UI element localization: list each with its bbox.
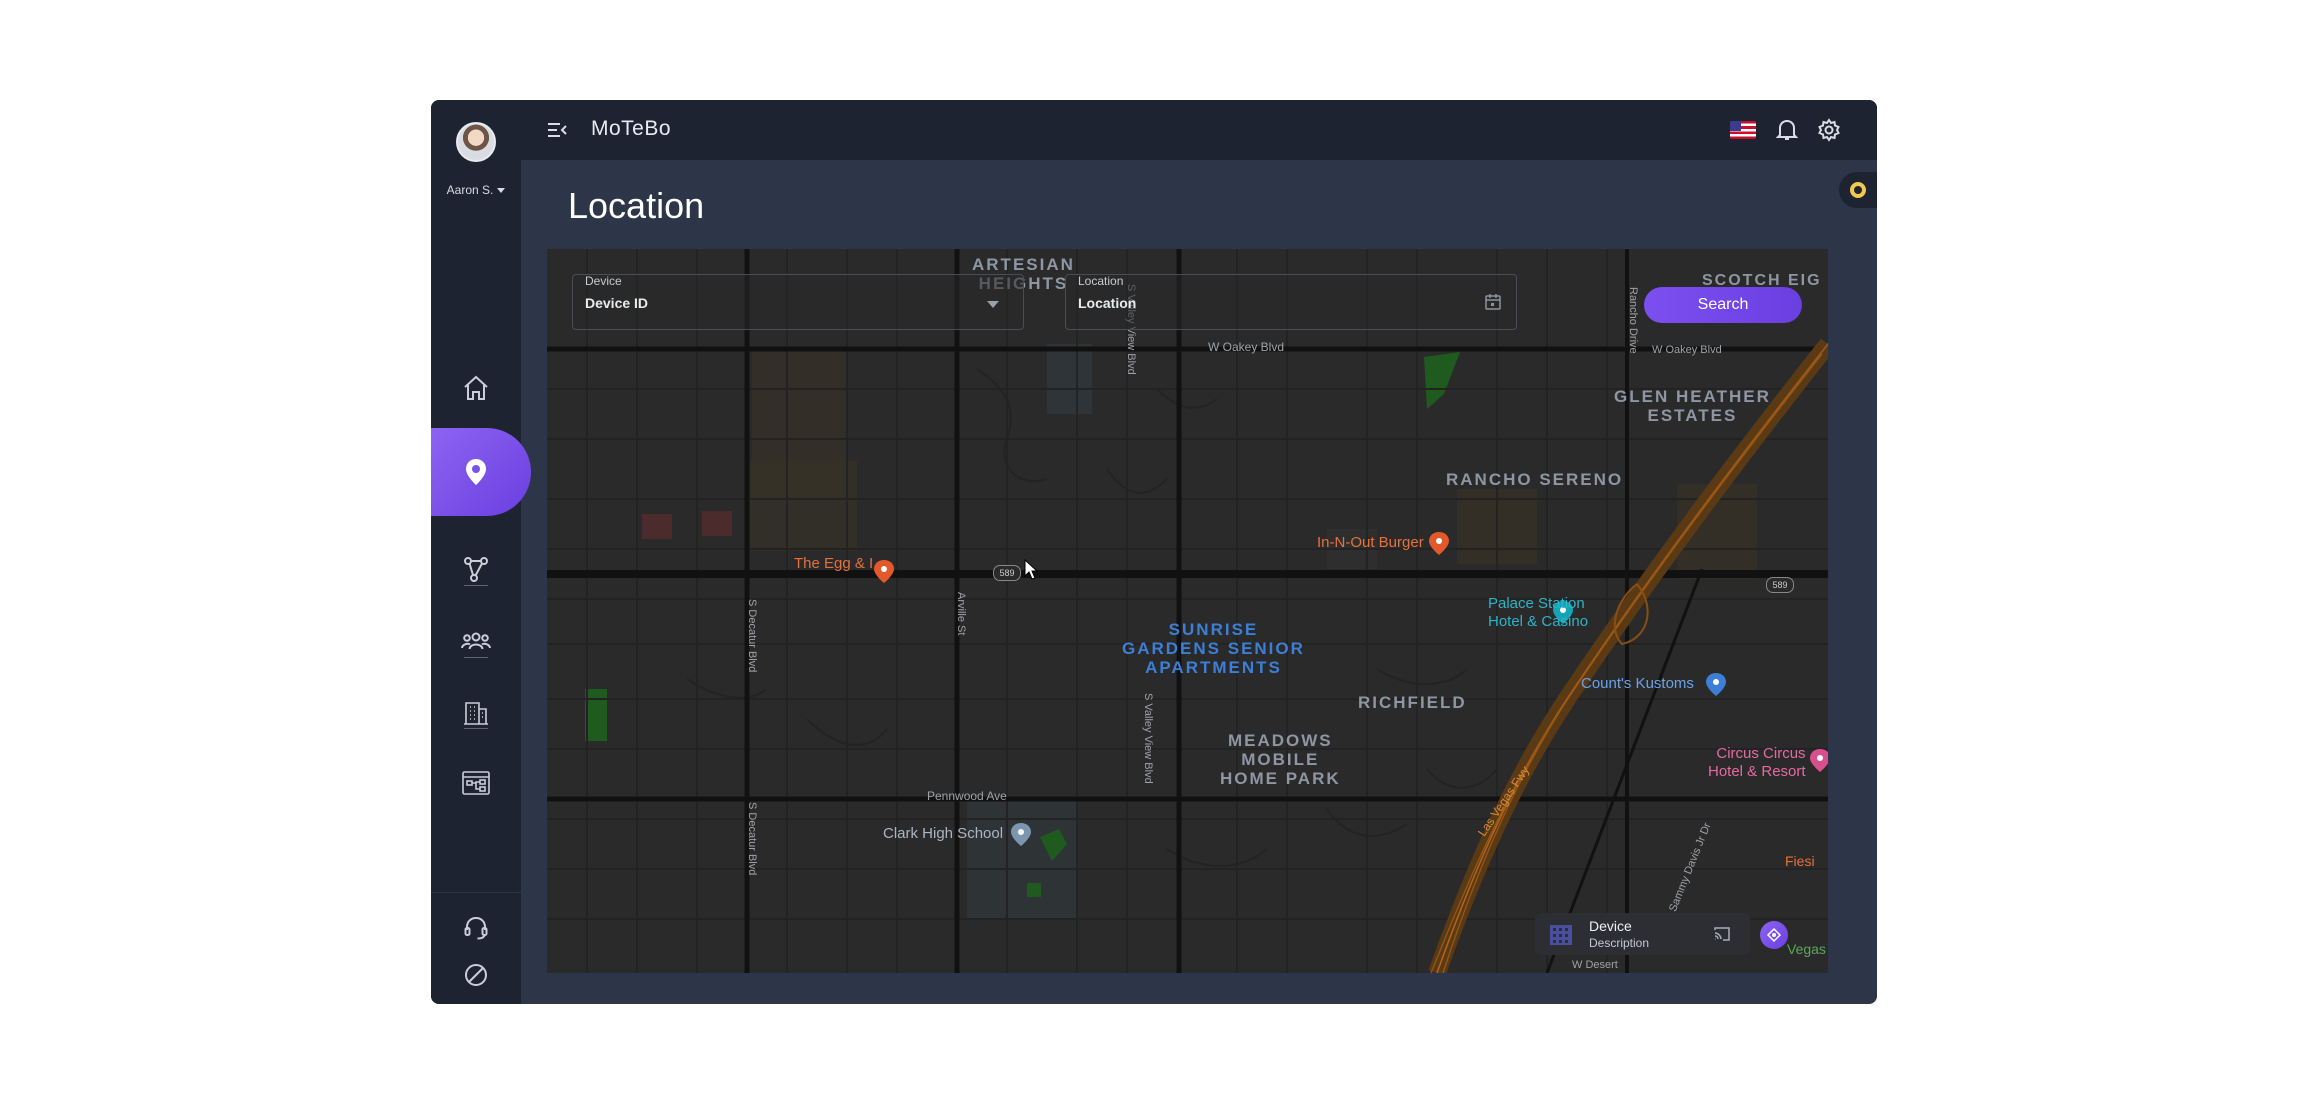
- poi-vegas[interactable]: Vegas: [1787, 941, 1826, 957]
- sidebar-item-location[interactable]: [431, 428, 531, 516]
- map-canvas: [547, 249, 1828, 973]
- users-group-icon: [461, 632, 491, 650]
- crosshair-icon: [1766, 927, 1782, 943]
- street-label: W Oakey Blvd: [1652, 344, 1722, 356]
- cast-icon[interactable]: [1713, 925, 1731, 943]
- map-view[interactable]: ARTESIANHEIGHTS SCOTCH EIG GLEN HEATHERE…: [547, 249, 1828, 973]
- menu-collapse-icon[interactable]: [547, 120, 567, 140]
- device-card[interactable]: Device Description: [1535, 913, 1750, 955]
- sidebar-divider: [464, 585, 488, 586]
- street-label: W Desert: [1572, 959, 1618, 971]
- street-label: S Valley View Blvd: [1142, 693, 1154, 784]
- poi-clark-high-school[interactable]: Clark High School: [883, 825, 1003, 842]
- workflow-icon: [462, 771, 490, 795]
- my-location-button[interactable]: [1760, 921, 1788, 949]
- map-label-rancho-sereno: RANCHO SERENO: [1446, 470, 1624, 489]
- street-label: Rancho Drive: [1627, 287, 1639, 354]
- building-icon: [464, 702, 488, 725]
- map-label-glen-heather: GLEN HEATHER ESTATES: [1614, 387, 1771, 425]
- street-label: S Decatur Blvd: [746, 802, 758, 876]
- sidebar-item-support[interactable]: [431, 908, 521, 948]
- poi-counts-kustoms[interactable]: Count's Kustoms: [1581, 675, 1694, 692]
- block-icon: [465, 964, 487, 986]
- ring-icon: [1850, 182, 1866, 198]
- poi-circus-circus[interactable]: Circus Circus Hotel & Resort: [1708, 745, 1806, 781]
- location-input[interactable]: Location Location: [1065, 274, 1517, 330]
- sidebar-divider: [464, 657, 488, 658]
- map-label-meadows: MEADOWS MOBILE HOME PARK: [1220, 731, 1341, 788]
- street-label: W Oakey Blvd: [1208, 340, 1285, 354]
- route-shield: 589: [1766, 577, 1794, 593]
- app-window: Aaron S. MoTeBo Location ARTESIAN SCOTCH…: [431, 100, 1877, 1004]
- user-name: Aaron S.: [446, 183, 494, 197]
- top-bar: MoTeBo: [521, 100, 1877, 160]
- building-grid-icon: [1550, 925, 1572, 945]
- map-label-richfield: RICHFIELD: [1358, 693, 1467, 712]
- street-label: Arville St: [955, 592, 967, 636]
- sidebar-separator: [431, 892, 521, 893]
- location-input-label: Location: [1078, 274, 1124, 288]
- bell-icon[interactable]: [1776, 118, 1798, 142]
- gear-icon[interactable]: [1817, 118, 1841, 142]
- device-select[interactable]: Device Device ID: [572, 274, 1024, 330]
- sidebar-item-block[interactable]: [431, 955, 521, 995]
- calendar-icon[interactable]: [1484, 293, 1502, 311]
- poi-fiesta[interactable]: Fiesi: [1785, 853, 1815, 869]
- route-shield: 589: [993, 565, 1021, 581]
- poi-egg[interactable]: The Egg & I: [794, 555, 873, 572]
- street-label: Pennwood Ave: [927, 789, 1007, 803]
- mouse-cursor-icon: [1024, 559, 1039, 580]
- street-label: S Decatur Blvd: [746, 599, 758, 673]
- sidebar-item-buildings[interactable]: [431, 692, 521, 732]
- location-input-value: Location: [1078, 295, 1137, 311]
- device-select-label: Device: [585, 274, 622, 288]
- poi-palace-station[interactable]: Palace Station Hotel & Casino: [1488, 595, 1588, 631]
- share-nodes-icon: [464, 557, 488, 582]
- page-title: Location: [568, 185, 705, 226]
- device-select-value: Device ID: [585, 295, 649, 311]
- avatar[interactable]: [456, 122, 496, 162]
- headset-icon: [464, 916, 488, 940]
- sidebar-item-home[interactable]: [431, 368, 521, 408]
- brand-logo: MoTeBo: [591, 117, 672, 140]
- sidebar-divider: [464, 728, 488, 729]
- sidebar-item-routes[interactable]: [431, 549, 521, 589]
- sidebar-item-users[interactable]: [431, 621, 521, 661]
- dropdown-arrow-icon: [987, 301, 999, 308]
- status-ring-button[interactable]: [1839, 172, 1877, 208]
- sidebar-item-workflow[interactable]: [431, 763, 521, 803]
- caret-down-icon[interactable]: [497, 188, 506, 194]
- map-label-sunrise-gardens: SUNRISE GARDENS SENIOR APARTMENTS: [1122, 620, 1305, 677]
- home-icon: [464, 375, 488, 400]
- device-description: Description: [1589, 936, 1650, 950]
- search-button[interactable]: Search: [1644, 287, 1802, 323]
- sidebar: Aaron S.: [431, 100, 531, 1004]
- poi-innout[interactable]: In-N-Out Burger: [1317, 534, 1424, 551]
- us-flag-icon[interactable]: [1730, 121, 1756, 139]
- device-name: Device: [1589, 918, 1632, 934]
- user-menu[interactable]: Aaron S.: [431, 183, 521, 197]
- location-pin-icon: [466, 459, 486, 485]
